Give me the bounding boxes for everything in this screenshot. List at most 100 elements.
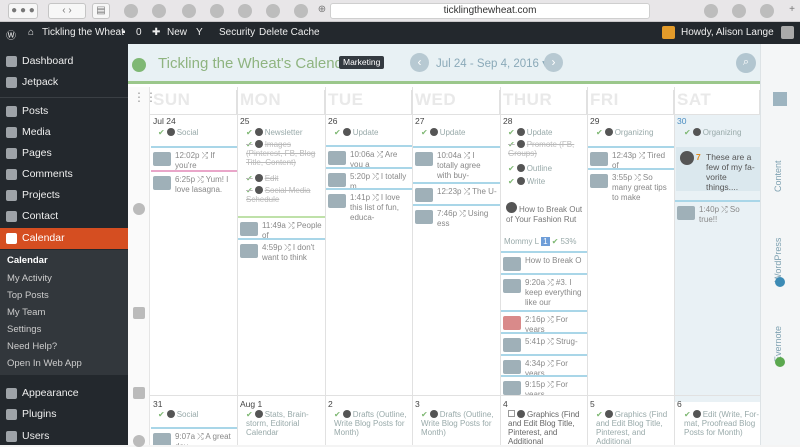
submenu-calendar[interactable]: Calendar	[7, 255, 48, 266]
comments-icon[interactable]: ▪	[122, 27, 126, 38]
user-avatar[interactable]	[781, 26, 794, 39]
search-button[interactable]: ⌕	[736, 53, 756, 73]
extension-icon[interactable]	[266, 4, 280, 18]
circle-icon[interactable]	[133, 435, 145, 447]
tab-content[interactable]: Content	[773, 160, 783, 192]
social-post[interactable]: 9:07a ⤮ A great day	[151, 427, 237, 445]
document-icon[interactable]	[133, 307, 145, 319]
wordpress-icon[interactable]	[133, 203, 145, 215]
social-post[interactable]: 9:20a ⤮ #3. I keep everything like our	[501, 273, 587, 311]
submenu-my-team[interactable]: My Team	[7, 307, 45, 318]
delete-cache-link[interactable]: Delete Cache	[259, 27, 320, 38]
sidebar-toggle-icon[interactable]: ▤	[92, 3, 110, 19]
date-aug1[interactable]: Aug 1	[240, 399, 262, 409]
task-item[interactable]: ✔ Update	[508, 128, 586, 137]
download-icon[interactable]	[704, 4, 718, 18]
panel-toggle-icon[interactable]	[773, 92, 787, 106]
task-item[interactable]: ✔ Social	[158, 410, 236, 419]
task-checkbox[interactable]	[508, 410, 515, 417]
date-jul24[interactable]: Jul 24	[153, 116, 176, 126]
date-jul29[interactable]: 29	[590, 116, 599, 126]
date-jul26[interactable]: 26	[328, 116, 337, 126]
date-jul30[interactable]: 30	[677, 116, 686, 126]
tab-wordpress[interactable]: WordPress	[773, 238, 783, 282]
pocket-icon[interactable]	[210, 4, 224, 18]
sidebar-item-contact[interactable]: Contact	[0, 206, 128, 227]
yoast-icon[interactable]: Y	[196, 27, 203, 38]
social-post[interactable]: 5:20p ⤮ I totally m	[326, 167, 412, 189]
social-post[interactable]: 4:59p ⤮ I don't want to think	[238, 238, 325, 274]
date-aug5[interactable]: 5	[590, 399, 595, 409]
wordpress-logo-icon[interactable]: Ⓦ	[6, 27, 16, 42]
site-name-link[interactable]: Tickling the Wheat	[42, 27, 124, 38]
social-post[interactable]: 2:16p ⤮ For years	[501, 310, 587, 332]
date-aug4[interactable]: 4	[503, 399, 508, 409]
date-aug2[interactable]: 2	[328, 399, 333, 409]
new-link[interactable]: New	[167, 27, 187, 38]
task-item[interactable]: ✔ Edit	[246, 174, 324, 183]
social-post[interactable]: 11:49a ⤮ People of	[238, 216, 325, 238]
tabs-icon[interactable]	[760, 4, 774, 18]
social-post[interactable]: 1:41p ⤮ I love this list of fun, educa-	[326, 188, 412, 224]
task-item[interactable]: ✔ Social	[158, 128, 236, 137]
date-aug3[interactable]: 3	[415, 399, 420, 409]
task-item[interactable]: ✔ Write	[508, 177, 586, 186]
task-item[interactable]: ✔ Newsletter	[246, 128, 324, 137]
submenu-need-help[interactable]: Need Help?	[7, 341, 57, 352]
social-post[interactable]: 1:40p ⤮ So true!!	[675, 200, 760, 222]
task-item[interactable]: ✔ Stats, Brain- storm, Editorial Calendar	[246, 410, 324, 445]
sidebar-item-calendar[interactable]: Calendar	[0, 228, 128, 249]
task-item[interactable]: ✔ Graphics (Find and Edit Blog Title, Pin…	[596, 410, 674, 445]
task-item[interactable]: ✔ Drafts (Outline, Write Blog Posts for M…	[421, 410, 499, 445]
extension-icon[interactable]	[294, 4, 308, 18]
add-tab-icon[interactable]: +	[786, 3, 798, 19]
submenu-open-web-app[interactable]: Open In Web App	[7, 358, 82, 369]
date-jul28[interactable]: 28	[503, 116, 512, 126]
howdy-user-link[interactable]: Howdy, Alison Lange	[681, 27, 774, 38]
date-range-dropdown[interactable]: Jul 24 - Sep 4, 2016 ▾	[436, 56, 548, 70]
share-icon[interactable]	[732, 4, 746, 18]
social-post[interactable]: 10:06a ⤮ Are you a	[326, 145, 412, 167]
task-item[interactable]: ✔ Update	[334, 128, 412, 137]
security-link[interactable]: Security	[219, 27, 255, 38]
task-item[interactable]: ✔ Update	[421, 128, 499, 137]
sidebar-item-comments[interactable]: Comments	[0, 164, 128, 185]
task-item[interactable]: ✔ Outline	[508, 164, 586, 173]
social-post[interactable]: 3:55p ⤮ So many great tips to make	[588, 168, 674, 204]
social-post[interactable]: 7:46p ⤮ Using ess	[413, 204, 500, 226]
prev-range-button[interactable]: ‹	[410, 53, 429, 72]
task-item[interactable]: ✔ Drafts (Outline, Write Blog Posts for M…	[334, 410, 412, 445]
task-item[interactable]: ✔ Organizing	[596, 128, 674, 137]
social-post[interactable]: How to Break O	[501, 251, 587, 273]
new-tab-icon[interactable]: ⊕	[316, 3, 328, 19]
address-bar[interactable]: ticklingthewheat.com	[330, 3, 650, 19]
sidebar-item-plugins[interactable]: Plugins	[0, 404, 128, 425]
task-item[interactable]: ✔ Organizing	[684, 128, 760, 137]
sidebar-item-projects[interactable]: Projects	[0, 185, 128, 206]
date-jul31[interactable]: 31	[153, 399, 162, 409]
date-jul25[interactable]: 25	[240, 116, 249, 126]
social-post[interactable]: 12:43p ⤮ Tired of	[588, 146, 674, 168]
task-item[interactable]: Graphics (Find and Edit Blog Title, Pint…	[508, 410, 586, 445]
social-post[interactable]: 10:04a ⤮ I totally agree with buy-	[413, 146, 500, 182]
social-post[interactable]: 9:15p ⤮ For years	[501, 375, 587, 395]
sidebar-item-users[interactable]: Users	[0, 426, 128, 447]
sidebar-item-appearance[interactable]: Appearance	[0, 383, 128, 404]
sidebar-item-pages[interactable]: Pages	[0, 143, 128, 164]
notification-icon[interactable]	[662, 26, 675, 39]
grid-menu-icon[interactable]: ⋮⋮	[133, 91, 157, 103]
pinned-note[interactable]: 7 These are a few of my fa- vorite thing…	[676, 147, 760, 192]
evernote-icon[interactable]	[238, 4, 252, 18]
sidebar-item-posts[interactable]: Posts	[0, 101, 128, 122]
task-item[interactable]: ✔ Social Media Schedule	[246, 186, 324, 206]
submenu-my-activity[interactable]: My Activity	[7, 273, 52, 284]
grammarly-icon[interactable]	[182, 4, 196, 18]
submenu-settings[interactable]: Settings	[7, 324, 41, 335]
window-controls[interactable]: ● ● ●	[8, 3, 38, 19]
date-aug6[interactable]: 6	[677, 399, 682, 409]
submenu-top-posts[interactable]: Top Posts	[7, 290, 49, 301]
task-card[interactable]: How to Break Out of Your Fashion Rut	[506, 202, 586, 238]
comments-count[interactable]: 0	[136, 27, 142, 38]
task-item[interactable]: ✔ Edit (Write, For- mat, Proofread Blog P…	[684, 410, 760, 445]
social-post[interactable]: 5:41p ⤮ Strug-	[501, 332, 587, 354]
